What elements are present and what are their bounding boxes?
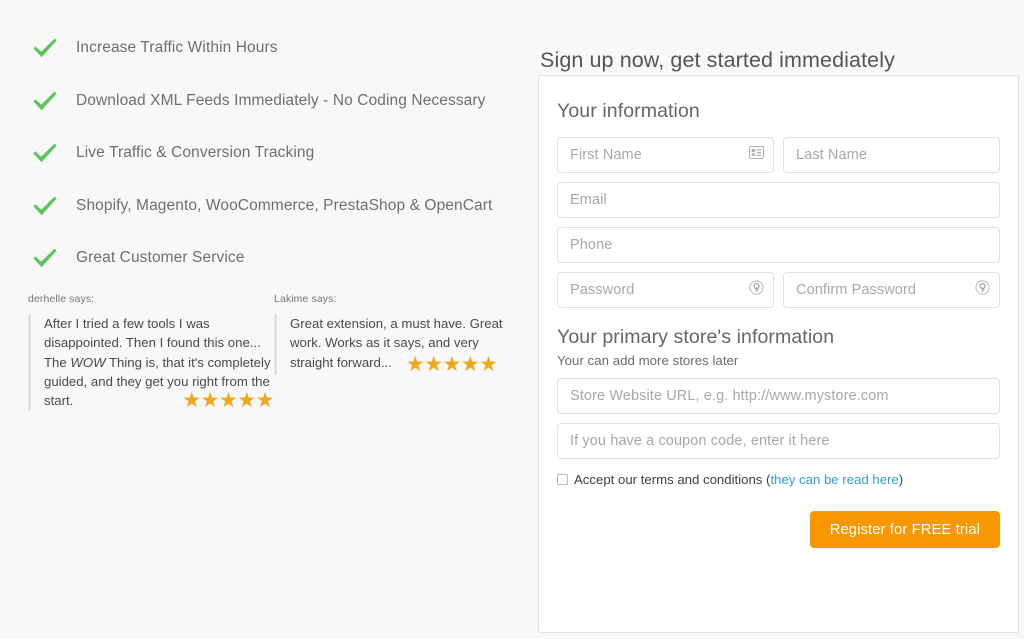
coupon-row: If you have a coupon code, enter it here bbox=[557, 423, 1000, 459]
page-title: Sign up now, get started immediately bbox=[540, 48, 895, 73]
store-url-row: Store Website URL, e.g. http://www.mysto… bbox=[557, 378, 1000, 414]
signup-page: Increase Traffic Within Hours Download X… bbox=[0, 0, 1024, 639]
terms-text-before: Accept our terms and conditions ( bbox=[574, 472, 771, 487]
name-fields-row: First Name Last Name bbox=[557, 137, 1000, 173]
benefit-item: Increase Traffic Within Hours bbox=[28, 22, 508, 75]
benefits-column: Increase Traffic Within Hours Download X… bbox=[0, 0, 530, 639]
terms-label: Accept our terms and conditions (they ca… bbox=[574, 472, 903, 487]
check-icon bbox=[28, 246, 68, 270]
phone-field[interactable]: Phone bbox=[557, 227, 1000, 263]
password-fields-row: Password Confirm Password bbox=[557, 272, 1000, 308]
your-information-heading: Your information bbox=[557, 100, 700, 122]
testimonial-author: derhelle says: bbox=[28, 293, 95, 305]
benefit-item: Download XML Feeds Immediately - No Codi… bbox=[28, 75, 508, 128]
key-icon[interactable] bbox=[749, 280, 764, 300]
coupon-field[interactable]: If you have a coupon code, enter it here bbox=[557, 423, 1000, 459]
store-url-field[interactable]: Store Website URL, e.g. http://www.mysto… bbox=[557, 378, 1000, 414]
confirm-password-field[interactable]: Confirm Password bbox=[783, 272, 1000, 308]
phone-field-row: Phone bbox=[557, 227, 1000, 263]
terms-row: Accept our terms and conditions (they ca… bbox=[557, 472, 1000, 487]
last-name-placeholder: Last Name bbox=[796, 147, 868, 163]
testimonial: derhelle says: After I tried a few tools… bbox=[28, 293, 275, 413]
check-icon bbox=[28, 194, 68, 218]
check-icon bbox=[28, 141, 68, 165]
submit-row: Register for FREE trial bbox=[557, 511, 1000, 548]
benefit-item: Great Customer Service bbox=[28, 232, 508, 285]
check-icon bbox=[28, 89, 68, 113]
testimonial-quote-emphasis: WOW bbox=[70, 354, 106, 370]
key-icon[interactable] bbox=[975, 280, 990, 300]
email-field[interactable]: Email bbox=[557, 182, 1000, 218]
rating-stars: ★★★★★ bbox=[405, 352, 498, 376]
benefit-item: Shopify, Magento, WooCommerce, PrestaSho… bbox=[28, 180, 508, 233]
benefits-list: Increase Traffic Within Hours Download X… bbox=[28, 22, 508, 285]
store-information-heading: Your primary store's information bbox=[557, 326, 835, 348]
email-placeholder: Email bbox=[570, 192, 607, 208]
benefit-label: Increase Traffic Within Hours bbox=[76, 39, 278, 57]
signup-card: Your information First Name Last Name Em… bbox=[538, 75, 1019, 633]
terms-text-after: ) bbox=[898, 472, 904, 487]
testimonial: Lakime says: Great extension, a must hav… bbox=[274, 293, 518, 411]
terms-checkbox[interactable] bbox=[557, 474, 568, 485]
benefit-item: Live Traffic & Conversion Tracking bbox=[28, 127, 508, 180]
first-name-field[interactable]: First Name bbox=[557, 137, 774, 173]
benefit-label: Great Customer Service bbox=[76, 249, 245, 267]
contact-card-icon[interactable] bbox=[749, 146, 764, 164]
benefit-label: Download XML Feeds Immediately - No Codi… bbox=[76, 91, 486, 109]
password-placeholder: Password bbox=[570, 282, 635, 298]
rating-stars: ★★★★★ bbox=[182, 389, 274, 413]
email-field-row: Email bbox=[557, 182, 1000, 218]
benefit-label: Shopify, Magento, WooCommerce, PrestaSho… bbox=[76, 196, 493, 214]
testimonial-quote: After I tried a few tools I was disappoi… bbox=[28, 314, 275, 413]
signup-column: Sign up now, get started immediately You… bbox=[538, 0, 1024, 639]
testimonials: derhelle says: After I tried a few tools… bbox=[28, 293, 518, 413]
coupon-placeholder: If you have a coupon code, enter it here bbox=[570, 433, 830, 449]
last-name-field[interactable]: Last Name bbox=[783, 137, 1000, 173]
benefit-label: Live Traffic & Conversion Tracking bbox=[76, 144, 315, 162]
store-information-subtext: Your can add more stores later bbox=[557, 353, 739, 368]
first-name-placeholder: First Name bbox=[570, 147, 642, 163]
terms-link[interactable]: they can be read here bbox=[770, 472, 898, 487]
password-field[interactable]: Password bbox=[557, 272, 774, 308]
store-url-placeholder: Store Website URL, e.g. http://www.mysto… bbox=[570, 388, 889, 404]
confirm-password-placeholder: Confirm Password bbox=[796, 282, 917, 298]
testimonial-author: Lakime says: bbox=[274, 293, 337, 305]
testimonial-quote: Great extension, a must have. Great work… bbox=[274, 314, 518, 375]
check-icon bbox=[28, 36, 68, 60]
register-button[interactable]: Register for FREE trial bbox=[809, 511, 1000, 548]
phone-placeholder: Phone bbox=[570, 237, 613, 253]
